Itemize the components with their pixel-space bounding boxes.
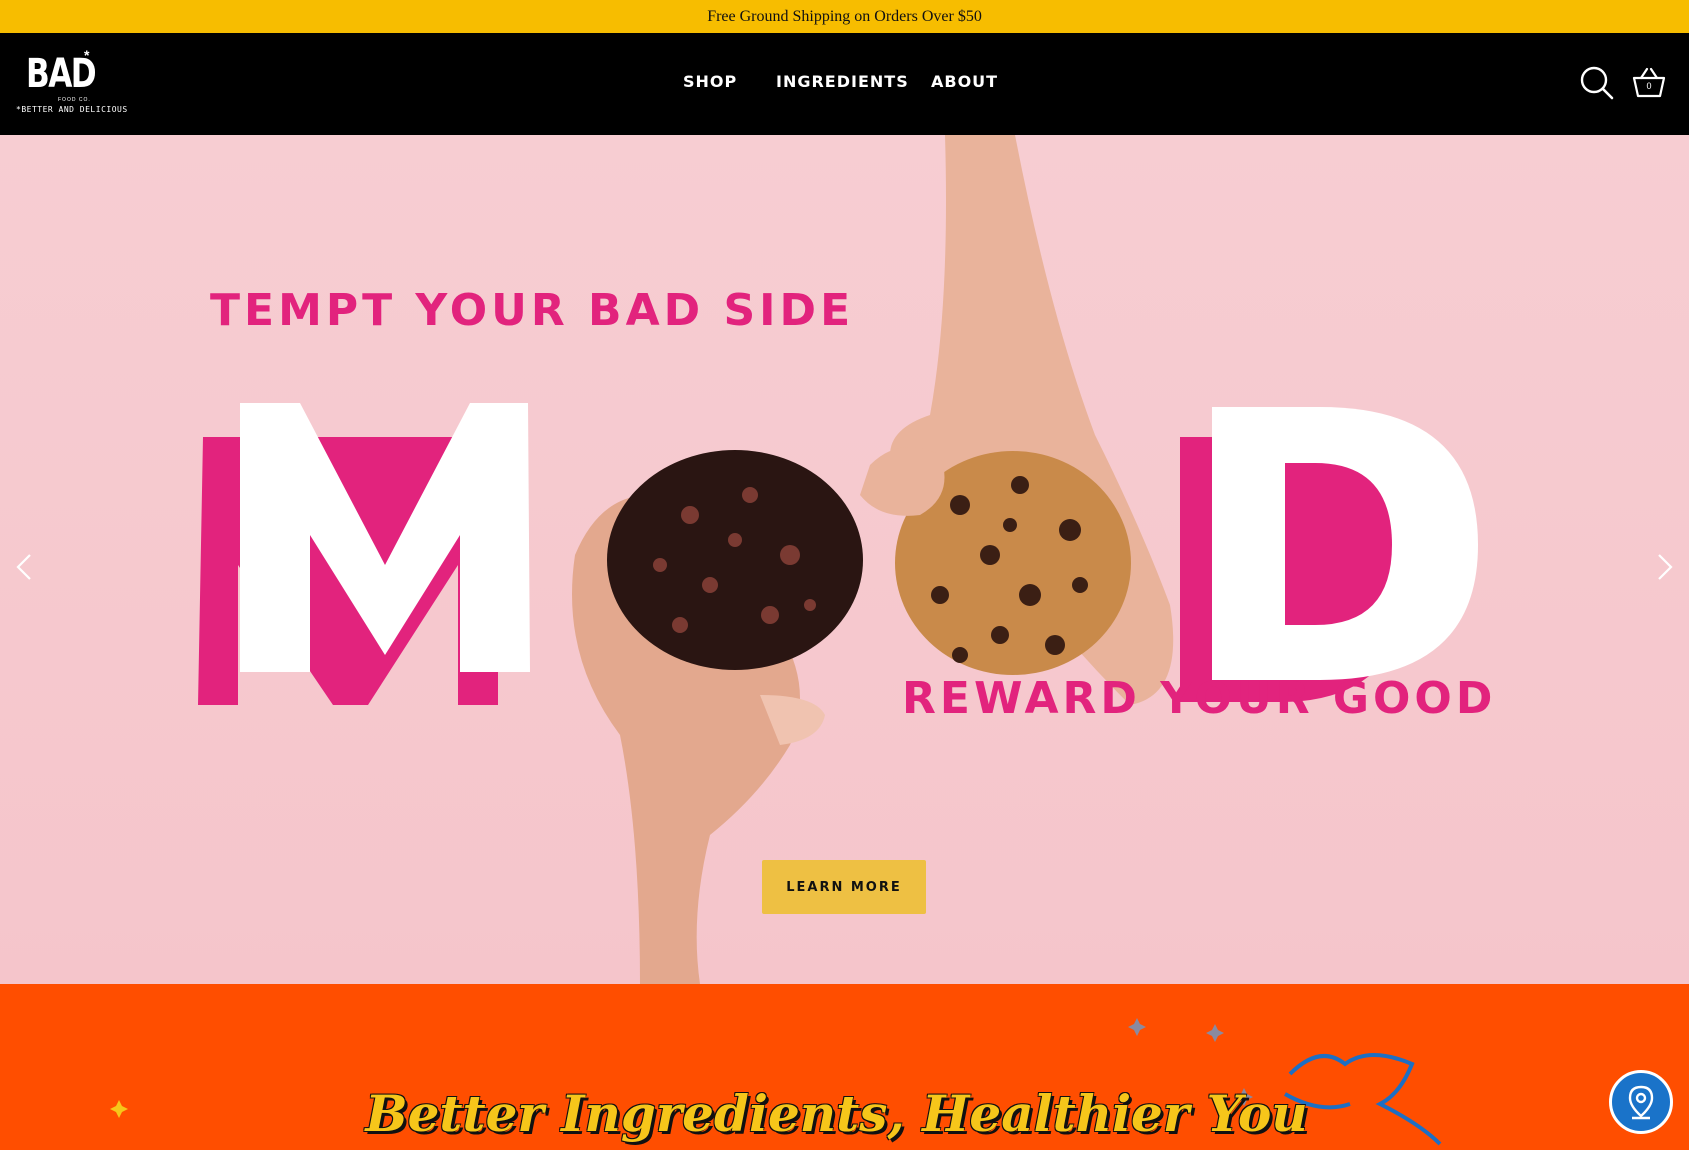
logo-subtitle: FOOD CO. (58, 97, 91, 103)
chevron-right-icon[interactable] (1653, 547, 1677, 587)
logo[interactable]: BAD * FOOD CO. *BETTER AND DELICIOUS (14, 47, 127, 121)
nav-item-shop[interactable]: SHOP (683, 72, 737, 91)
section-title: Better Ingredients, Healthier You (365, 1084, 1308, 1143)
hero-illustration (198, 135, 1478, 984)
hero-headline-bottom: REWARD YOUR GOOD (902, 673, 1497, 724)
announcement-bar: Free Ground Shipping on Orders Over $50 (0, 0, 1689, 33)
hero-headline-top: TEMPT YOUR BAD SIDE (210, 285, 855, 336)
map-pin-icon (1628, 1085, 1654, 1120)
cart-count: 0 (1646, 81, 1652, 91)
ingredients-section: Better Ingredients, Healthier You (0, 984, 1689, 1150)
search-icon[interactable] (1578, 64, 1616, 102)
chevron-left-icon[interactable] (12, 547, 36, 587)
nav-item-ingredients[interactable]: INGREDIENTS (776, 72, 909, 91)
learn-more-button[interactable]: LEARN MORE (762, 860, 926, 914)
logo-tagline: *BETTER AND DELICIOUS (16, 105, 128, 114)
hero-banner: TEMPT YOUR BAD SIDE REWARD YOUR GOOD LEA… (0, 135, 1689, 984)
announcement-text: Free Ground Shipping on Orders Over $50 (707, 7, 982, 25)
cart-button[interactable]: 0 (1630, 64, 1668, 102)
nav-item-about[interactable]: ABOUT (931, 72, 998, 91)
letter-m-graphic (198, 403, 530, 705)
letter-d-graphic (1180, 407, 1478, 702)
logo-star: * (84, 47, 90, 63)
store-locator-button[interactable] (1609, 1070, 1673, 1134)
site-header: BAD * FOOD CO. *BETTER AND DELICIOUS SHO… (0, 33, 1689, 135)
chocolate-cookie (607, 450, 863, 670)
